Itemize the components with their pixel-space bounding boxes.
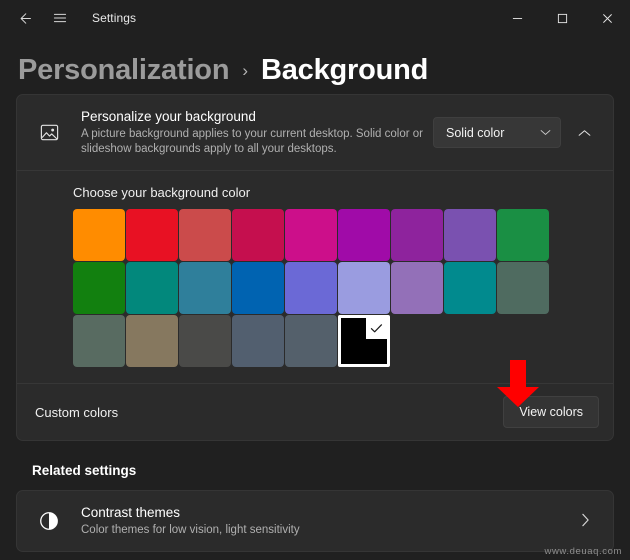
- minimize-button[interactable]: [495, 0, 540, 36]
- contrast-themes-subtitle: Color themes for low vision, light sensi…: [81, 523, 571, 538]
- color-swatch-blue-gray[interactable]: [232, 315, 284, 367]
- contrast-themes-text: Contrast themes Color themes for low vis…: [67, 504, 571, 538]
- color-swatch-brick-red[interactable]: [179, 209, 231, 261]
- custom-colors-label: Custom colors: [35, 405, 503, 420]
- color-swatch-dark-gray[interactable]: [179, 315, 231, 367]
- personalize-background-card: Personalize your background A picture ba…: [16, 94, 614, 441]
- color-swatch-purple-magenta[interactable]: [338, 209, 390, 261]
- app-title: Settings: [92, 11, 136, 25]
- color-swatch-khaki[interactable]: [126, 315, 178, 367]
- color-swatch-periwinkle[interactable]: [338, 262, 390, 314]
- contrast-circle-icon: [31, 503, 67, 539]
- color-swatch-light-purple[interactable]: [444, 209, 496, 261]
- view-colors-button[interactable]: View colors: [503, 396, 599, 428]
- custom-colors-row: Custom colors View colors: [17, 384, 613, 440]
- window-controls: [495, 0, 630, 36]
- chevron-down-icon: [540, 128, 551, 138]
- expand-collapse-button[interactable]: [567, 116, 601, 150]
- maximize-button[interactable]: [540, 0, 585, 36]
- back-button[interactable]: [6, 0, 42, 36]
- breadcrumb-separator-icon: ›: [242, 61, 248, 81]
- color-swatch-crimson[interactable]: [232, 209, 284, 261]
- contrast-themes-row[interactable]: Contrast themes Color themes for low vis…: [17, 491, 613, 551]
- personalize-background-title: Personalize your background: [81, 108, 423, 125]
- close-button[interactable]: [585, 0, 630, 36]
- color-swatch-blue[interactable]: [232, 262, 284, 314]
- title-bar: Settings: [0, 0, 630, 36]
- page-title: Background: [261, 54, 428, 87]
- related-settings-card: Contrast themes Color themes for low vis…: [16, 490, 614, 552]
- color-swatch-black[interactable]: [338, 315, 390, 367]
- background-type-value: Solid color: [446, 126, 540, 140]
- color-swatch-teal[interactable]: [126, 262, 178, 314]
- main-content: Personalize your background A picture ba…: [0, 94, 630, 552]
- color-swatch-sage[interactable]: [497, 262, 549, 314]
- background-color-picker: Choose your background color: [17, 171, 613, 383]
- color-swatch-orchid[interactable]: [391, 262, 443, 314]
- selected-check-notch: [366, 318, 387, 339]
- personalize-background-description: A picture background applies to your cur…: [81, 127, 423, 157]
- background-type-dropdown[interactable]: Solid color: [433, 117, 561, 148]
- color-swatch-steel-blue[interactable]: [179, 262, 231, 314]
- chevron-right-icon: [571, 513, 599, 530]
- color-swatch-magenta[interactable]: [285, 209, 337, 261]
- navigation-menu-button[interactable]: [42, 0, 78, 36]
- back-arrow-icon: [16, 10, 33, 27]
- minimize-icon: [512, 13, 523, 24]
- check-icon: [370, 323, 383, 334]
- maximize-icon: [557, 13, 568, 24]
- personalize-background-header[interactable]: Personalize your background A picture ba…: [17, 95, 613, 170]
- color-swatch-cool-gray[interactable]: [285, 315, 337, 367]
- color-swatch-slate-green[interactable]: [73, 315, 125, 367]
- close-icon: [602, 13, 613, 24]
- color-swatch-green[interactable]: [497, 209, 549, 261]
- color-swatch-dark-teal[interactable]: [444, 262, 496, 314]
- color-swatch-violet[interactable]: [391, 209, 443, 261]
- personalize-background-text: Personalize your background A picture ba…: [67, 108, 433, 157]
- color-picker-label: Choose your background color: [73, 185, 595, 200]
- color-swatch-indigo[interactable]: [285, 262, 337, 314]
- picture-icon: [31, 115, 67, 151]
- color-swatch-red[interactable]: [126, 209, 178, 261]
- site-watermark: www.deuaq.com: [544, 546, 622, 557]
- breadcrumb: Personalization › Background: [0, 36, 630, 94]
- contrast-themes-title: Contrast themes: [81, 504, 571, 522]
- breadcrumb-parent-link[interactable]: Personalization: [18, 54, 229, 87]
- hamburger-menu-icon: [52, 10, 68, 26]
- color-swatch-orange[interactable]: [73, 209, 125, 261]
- related-settings-heading: Related settings: [16, 441, 614, 490]
- chevron-up-icon: [578, 129, 591, 137]
- color-swatch-grid: [73, 209, 595, 367]
- color-swatch-dark-green[interactable]: [73, 262, 125, 314]
